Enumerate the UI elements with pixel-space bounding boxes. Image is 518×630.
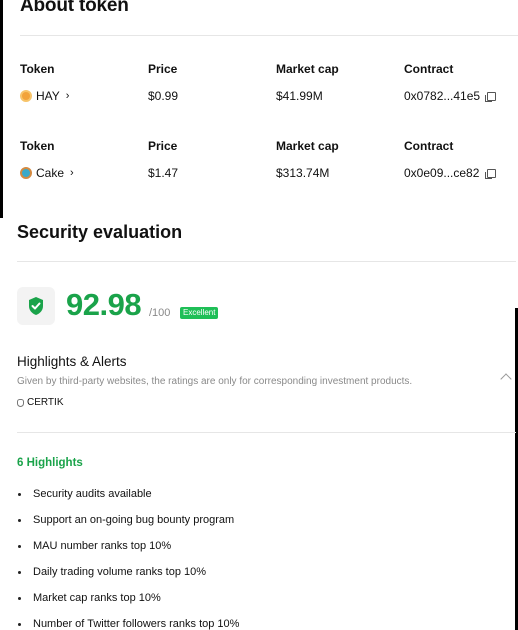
cake-coin-icon [20, 167, 32, 179]
token-table-header: Token Price Market cap Contract [20, 62, 500, 82]
header-price: Price [148, 62, 178, 76]
divider [17, 261, 516, 262]
highlight-text: Support an on-going bug bounty program [33, 514, 235, 526]
copy-icon[interactable] [485, 92, 497, 102]
header-contract: Contract [404, 62, 454, 76]
bullet-icon [18, 518, 21, 522]
header-market-cap: Market cap [276, 139, 339, 153]
list-item: Daily trading volume ranks top 10% [17, 559, 239, 585]
token-price: $1.47 [148, 166, 179, 180]
provider-label: CERTIK [17, 397, 64, 408]
bullet-icon [18, 596, 21, 600]
list-item: MAU number ranks top 10% [17, 533, 239, 559]
highlight-text: Daily trading volume ranks top 10% [33, 566, 207, 578]
bullet-icon [18, 570, 21, 574]
highlights-subtitle: Given by third-party websites, the ratin… [17, 376, 413, 387]
list-item: Number of Twitter followers ranks top 10… [17, 611, 239, 630]
header-market-cap: Market cap [276, 62, 339, 76]
token-row-cake: Cake › $1.47 $313.74M 0x0e09...ce82 [20, 166, 500, 186]
token-market-cap: $313.74M [276, 166, 330, 180]
token-link-hay[interactable]: HAY › [20, 89, 69, 103]
copy-icon[interactable] [484, 169, 496, 179]
chevron-up-icon[interactable] [500, 373, 512, 385]
rating-badge: Excellent [180, 307, 219, 319]
divider [20, 35, 518, 36]
header-contract: Contract [404, 139, 454, 153]
list-item: Support an on-going bug bounty program [17, 507, 239, 533]
chevron-right-icon: › [70, 167, 74, 179]
header-token: Token [20, 62, 55, 76]
token-name: HAY [36, 89, 60, 103]
contract-address: 0x0782...41e5 [404, 89, 481, 103]
token-link-cake[interactable]: Cake › [20, 166, 74, 180]
shield-check-icon [17, 287, 55, 325]
certik-logo-icon [17, 398, 24, 407]
bullet-icon [18, 622, 21, 626]
highlight-text: MAU number ranks top 10% [33, 540, 172, 552]
divider [17, 432, 516, 433]
highlight-text: Number of Twitter followers ranks top 10… [33, 618, 240, 630]
token-row-hay: HAY › $0.99 $41.99M 0x0782...41e5 [20, 89, 500, 109]
token-contract: 0x0782...41e5 [404, 89, 497, 103]
header-token: Token [20, 139, 55, 153]
token-price: $0.99 [148, 89, 179, 103]
score-max: /100 [149, 307, 171, 319]
highlights-count: 6 Highlights [17, 457, 83, 469]
highlight-text: Market cap ranks top 10% [33, 592, 161, 604]
provider-name: CERTIK [27, 397, 64, 408]
security-evaluation-title: Security evaluation [17, 222, 183, 242]
token-name: Cake [36, 166, 65, 180]
highlights-list: Security audits available Support an on-… [17, 481, 239, 630]
chevron-right-icon: › [65, 90, 70, 102]
token-table-header: Token Price Market cap Contract [20, 139, 500, 159]
bullet-icon [18, 544, 21, 548]
highlight-text: Security audits available [33, 488, 152, 500]
contract-address: 0x0e09...ce82 [404, 166, 480, 180]
highlights-alerts-title: Highlights & Alerts [17, 354, 127, 369]
bullet-icon [18, 492, 21, 496]
about-token-title: About token [20, 0, 129, 16]
header-price: Price [148, 139, 178, 153]
left-edge-bar [0, 0, 3, 218]
token-market-cap: $41.99M [276, 89, 323, 103]
hay-coin-icon [20, 90, 32, 102]
list-item: Market cap ranks top 10% [17, 585, 239, 611]
list-item: Security audits available [17, 481, 239, 507]
security-score: 92.98 [66, 287, 142, 322]
token-contract: 0x0e09...ce82 [404, 166, 496, 180]
